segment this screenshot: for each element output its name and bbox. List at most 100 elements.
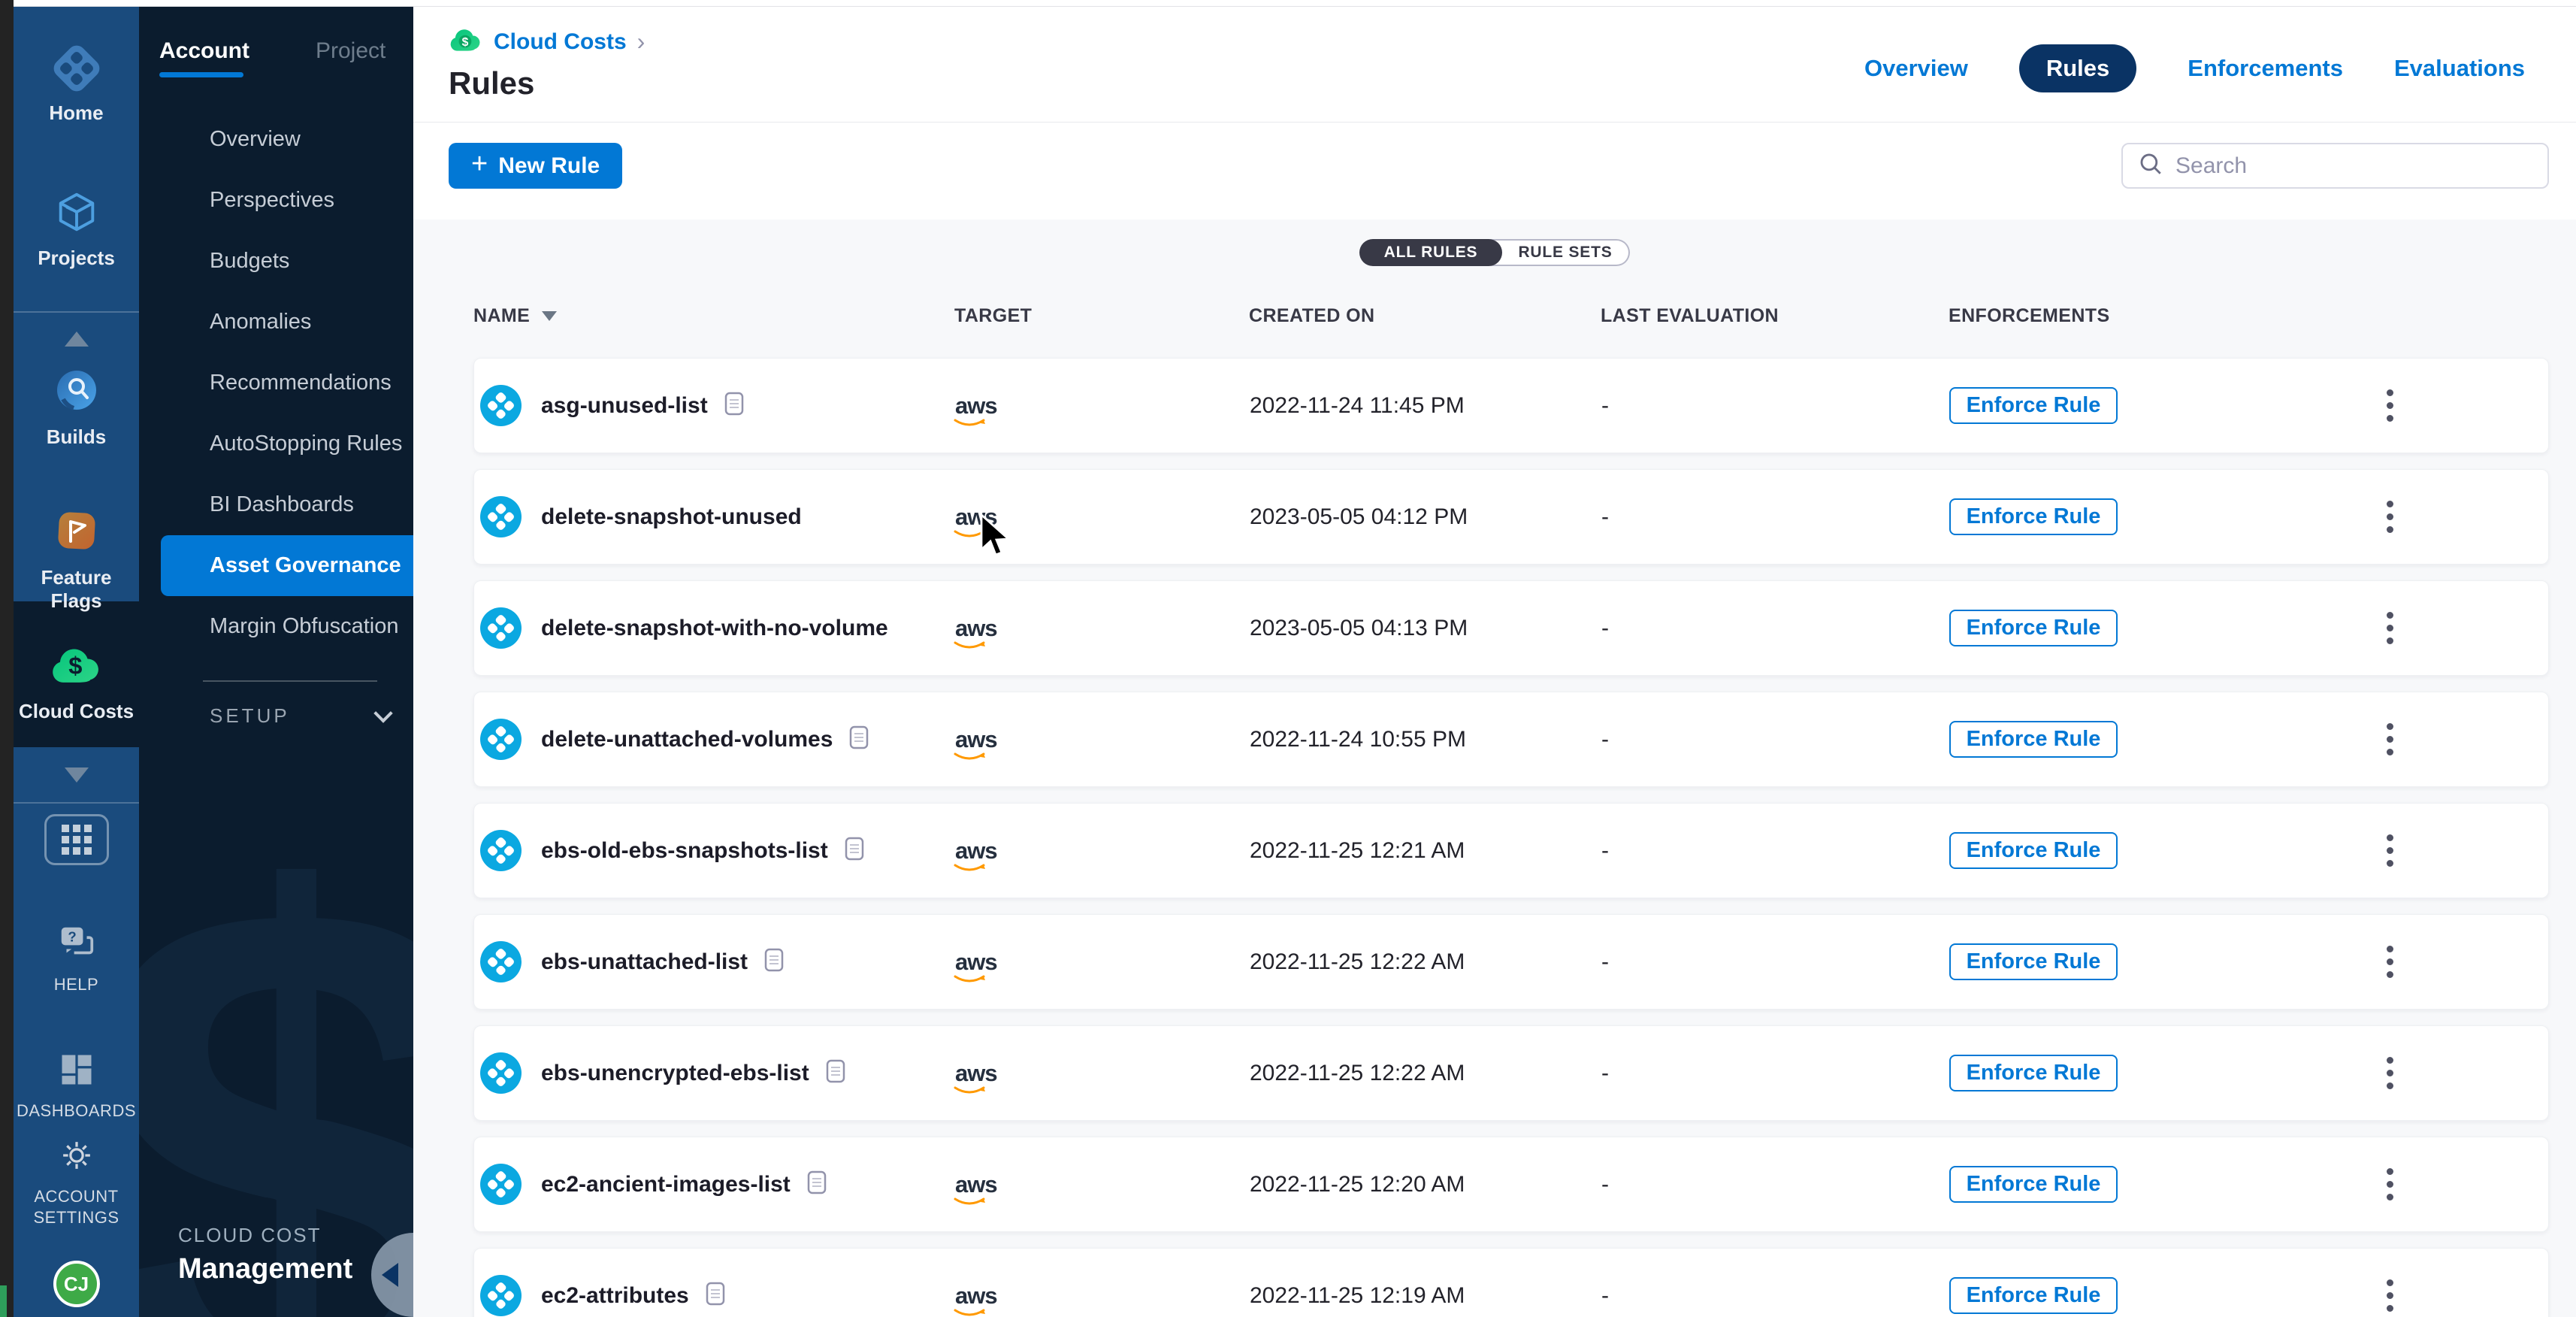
tab-account[interactable]: Account [159, 38, 249, 64]
enforce-rule-button[interactable]: Enforce Rule [1949, 1055, 2118, 1091]
row-menu-kebab[interactable] [2387, 383, 2417, 428]
rail-item-label: Feature Flags [14, 566, 139, 613]
table-row[interactable]: delete-unattached-volumes aws 2022-11-24… [473, 692, 2549, 787]
sidebar-item-cloud-costs[interactable]: $ Cloud Costs [14, 642, 139, 723]
submenu-item-margin-obfuscation[interactable]: Margin Obfuscation [139, 596, 413, 657]
rule-name: asg-unused-list [541, 393, 708, 419]
search-input[interactable] [2175, 153, 2532, 179]
user-avatar[interactable]: CJ [14, 1261, 139, 1307]
enforce-rule-button[interactable]: Enforce Rule [1949, 498, 2118, 535]
table-row[interactable]: ebs-unattached-list aws 2022-11-25 12:22… [473, 914, 2549, 1010]
submenu-item-overview[interactable]: Overview [139, 109, 413, 170]
rule-description-icon[interactable] [807, 1170, 827, 1198]
column-header-name[interactable]: NAME [473, 305, 954, 327]
chevron-down-icon [65, 767, 89, 783]
rail-scroll-up[interactable] [14, 332, 139, 347]
submenu-item-budgets[interactable]: Budgets [139, 231, 413, 292]
sidebar-item-builds[interactable]: Builds [14, 366, 139, 449]
aws-target-logo: aws [955, 615, 1250, 642]
rule-name: delete-snapshot-with-no-volume [541, 616, 888, 641]
rail-item-label: Builds [47, 425, 106, 449]
submenu-divider [203, 680, 377, 682]
sidebar-item-account-settings[interactable]: ACCOUNTSETTINGS [14, 1136, 139, 1228]
rule-icon [480, 719, 522, 760]
sidebar-item-home[interactable]: Home [14, 43, 139, 125]
rules-filter-toggle: ALL RULES RULE SETS [413, 239, 2576, 266]
last-evaluation-value: - [1601, 393, 1949, 419]
submenu-item-asset-governance[interactable]: Asset Governance [161, 535, 413, 596]
rule-description-icon[interactable] [849, 725, 869, 753]
column-header-last-evaluation: LAST EVALUATION [1601, 305, 1949, 327]
created-on-value: 2022-11-25 12:19 AM [1250, 1283, 1601, 1309]
sort-desc-icon [542, 311, 557, 321]
enforce-rule-button[interactable]: Enforce Rule [1949, 1277, 2118, 1314]
rule-description-icon[interactable] [764, 948, 784, 976]
setup-section-toggle[interactable]: SETUP [210, 704, 390, 728]
submenu-item-bi-dashboards[interactable]: BI Dashboards [139, 474, 413, 535]
row-menu-kebab[interactable] [2387, 717, 2417, 762]
rule-name: delete-snapshot-unused [541, 504, 802, 530]
rule-description-icon[interactable] [706, 1282, 725, 1309]
row-menu-kebab[interactable] [2387, 1051, 2417, 1096]
rail-item-label: Cloud Costs [19, 700, 134, 723]
tab-enforcements[interactable]: Enforcements [2187, 55, 2343, 82]
row-menu-kebab[interactable] [2387, 495, 2417, 540]
chevron-left-icon [382, 1263, 398, 1287]
sidebar-item-feature-flags[interactable]: Feature Flags [14, 507, 139, 613]
submenu-item-perspectives[interactable]: Perspectives [139, 170, 413, 231]
submenu-item-recommendations[interactable]: Recommendations [139, 353, 413, 413]
submenu-item-anomalies[interactable]: Anomalies [139, 292, 413, 353]
chevron-down-icon [373, 704, 392, 722]
row-menu-kebab[interactable] [2387, 828, 2417, 873]
table-row[interactable]: asg-unused-list aws 2022-11-24 11:45 PM … [473, 358, 2549, 453]
table-row[interactable]: delete-snapshot-unused aws 2023-05-05 04… [473, 469, 2549, 565]
rail-scroll-down[interactable] [14, 767, 139, 783]
rail-item-label: Projects [38, 247, 115, 270]
gear-icon [57, 1136, 96, 1179]
table-row[interactable]: ebs-unencrypted-ebs-list aws 2022-11-25 … [473, 1025, 2549, 1121]
tab-project[interactable]: Project [316, 38, 385, 64]
toggle-all-rules[interactable]: ALL RULES [1359, 239, 1502, 266]
rule-icon [480, 607, 522, 649]
table-row[interactable]: ec2-ancient-images-list aws 2022-11-25 1… [473, 1137, 2549, 1232]
module-selector-button[interactable] [14, 814, 139, 865]
rail-item-label: DASHBOARDS [17, 1101, 136, 1122]
table-row[interactable]: delete-snapshot-with-no-volume aws 2023-… [473, 580, 2549, 676]
enforce-rule-button[interactable]: Enforce Rule [1949, 721, 2118, 758]
sidebar-item-projects[interactable]: Projects [14, 189, 139, 270]
main-content: $ Cloud Costs › Rules Overview Rules Enf… [413, 7, 2576, 1317]
created-on-value: 2023-05-05 04:12 PM [1250, 504, 1601, 530]
row-menu-kebab[interactable] [2387, 606, 2417, 651]
breadcrumb: $ Cloud Costs › [449, 25, 645, 59]
rule-description-icon[interactable] [845, 837, 864, 864]
enforce-rule-button[interactable]: Enforce Rule [1949, 832, 2118, 869]
tab-rules[interactable]: Rules [2019, 44, 2136, 92]
screen-left-edge [0, 0, 14, 1317]
rule-description-icon[interactable] [826, 1059, 845, 1087]
submenu-item-autostopping-rules[interactable]: AutoStopping Rules [139, 413, 413, 474]
row-menu-kebab[interactable] [2387, 1273, 2417, 1317]
rule-name: ec2-ancient-images-list [541, 1172, 791, 1197]
row-menu-kebab[interactable] [2387, 1162, 2417, 1207]
last-evaluation-value: - [1601, 1283, 1949, 1309]
sidebar-item-dashboards[interactable]: DASHBOARDS [14, 1050, 139, 1122]
svg-text:$: $ [68, 651, 82, 679]
rule-description-icon[interactable] [724, 392, 744, 419]
table-row[interactable]: ec2-attributes aws 2022-11-25 12:19 AM -… [473, 1248, 2549, 1317]
last-evaluation-value: - [1601, 504, 1949, 530]
row-menu-kebab[interactable] [2387, 940, 2417, 985]
header-divider [413, 122, 2576, 123]
aws-target-logo: aws [955, 1060, 1250, 1087]
enforce-rule-button[interactable]: Enforce Rule [1949, 1166, 2118, 1203]
table-row[interactable]: ebs-old-ebs-snapshots-list aws 2022-11-2… [473, 803, 2549, 898]
enforce-rule-button[interactable]: Enforce Rule [1949, 387, 2118, 424]
tab-evaluations[interactable]: Evaluations [2394, 55, 2525, 82]
last-evaluation-value: - [1601, 727, 1949, 752]
breadcrumb-cloud-costs-link[interactable]: Cloud Costs [494, 29, 627, 55]
new-rule-button[interactable]: + New Rule [449, 143, 622, 189]
toggle-rule-sets[interactable]: RULE SETS [1487, 239, 1630, 266]
enforce-rule-button[interactable]: Enforce Rule [1949, 943, 2118, 980]
enforce-rule-button[interactable]: Enforce Rule [1949, 610, 2118, 646]
sidebar-item-help[interactable]: ? HELP [14, 922, 139, 995]
tab-overview[interactable]: Overview [1864, 55, 1968, 82]
